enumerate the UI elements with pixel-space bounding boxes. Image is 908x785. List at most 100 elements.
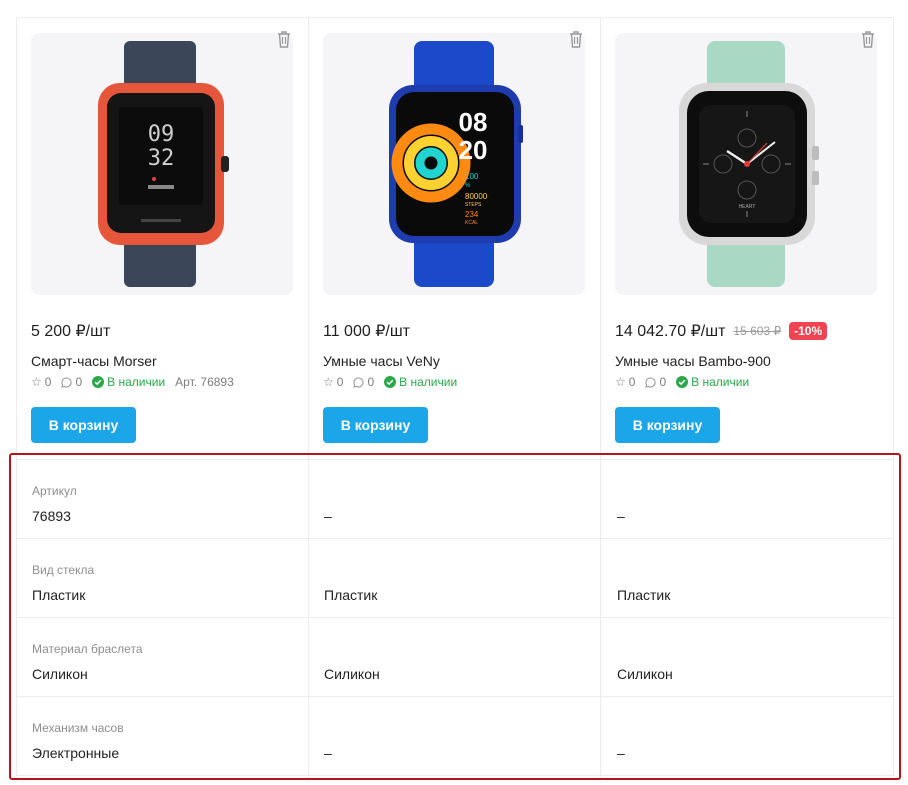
svg-text:09: 09 bbox=[148, 122, 175, 147]
product-image[interactable]: 08 20 100 % 80000 STEPS 234 KCAL bbox=[323, 33, 585, 295]
product-image[interactable]: 09 32 bbox=[31, 33, 293, 295]
spec-value: Силикон bbox=[324, 666, 380, 682]
svg-text:HEART: HEART bbox=[739, 204, 756, 210]
article: Арт. 76893 bbox=[175, 375, 234, 389]
spec-cell: Артикул 76893 bbox=[16, 460, 309, 539]
stock-status: В наличии bbox=[676, 375, 749, 389]
reviews: 0 bbox=[645, 375, 666, 389]
svg-text:234: 234 bbox=[465, 210, 479, 219]
watch-image-bambo: HEART bbox=[679, 41, 819, 287]
star-icon: ☆ bbox=[615, 375, 626, 389]
spec-cell: – bbox=[601, 460, 894, 539]
spec-cell: Силикон bbox=[601, 618, 894, 697]
stock-label: В наличии bbox=[107, 375, 166, 389]
spec-cell: Вид стекла Пластик bbox=[16, 539, 309, 618]
product-name[interactable]: Умные часы Bambo-900 bbox=[615, 353, 771, 369]
price-row: 5 200 ₽/шт bbox=[31, 321, 110, 341]
product-card: 08 20 100 % 80000 STEPS 234 KCAL 11 000 … bbox=[308, 17, 601, 454]
svg-text:80000: 80000 bbox=[465, 192, 488, 201]
spec-label: Механизм часов bbox=[32, 721, 124, 735]
spec-value: Силикон bbox=[617, 666, 673, 682]
trash-icon[interactable] bbox=[859, 29, 877, 49]
spec-label: Артикул bbox=[32, 484, 77, 498]
spec-cell: – bbox=[601, 697, 894, 776]
spec-label: Вид стекла bbox=[32, 563, 95, 577]
stock-status: В наличии bbox=[384, 375, 457, 389]
rating: ☆ 0 bbox=[31, 375, 51, 389]
product-card: 09 32 5 200 ₽/шт Смарт-часы Morser ☆ 0 0… bbox=[16, 17, 309, 454]
spec-row-article: Артикул 76893 – – bbox=[16, 459, 894, 538]
svg-text:STEPS: STEPS bbox=[465, 202, 482, 208]
spec-value: Электронные bbox=[32, 745, 120, 761]
spec-value: – bbox=[617, 745, 625, 761]
check-circle-icon bbox=[92, 376, 105, 388]
spec-cell: Силикон bbox=[308, 618, 601, 697]
price: 5 200 ₽/шт bbox=[31, 323, 111, 340]
spec-value: – bbox=[324, 745, 332, 761]
reviews-value: 0 bbox=[75, 375, 83, 389]
spec-cell: – bbox=[308, 697, 601, 776]
check-circle-icon bbox=[384, 376, 397, 388]
rating-value: 0 bbox=[628, 375, 636, 389]
discount-badge: -10% bbox=[789, 322, 828, 340]
spec-cell: – bbox=[308, 460, 601, 539]
spec-bottom-border bbox=[16, 775, 894, 776]
product-name[interactable]: Умные часы VeNy bbox=[323, 353, 440, 369]
spec-cell: Пластик bbox=[601, 539, 894, 618]
product-meta: ☆ 0 0 В наличии bbox=[323, 375, 467, 389]
stock-label: В наличии bbox=[399, 375, 458, 389]
spec-row-glass: Вид стекла Пластик Пластик Пластик bbox=[16, 538, 894, 617]
trash-icon[interactable] bbox=[275, 29, 293, 49]
price-row: 11 000 ₽/шт bbox=[323, 321, 410, 341]
svg-text:%: % bbox=[465, 183, 471, 189]
rating: ☆ 0 bbox=[615, 375, 635, 389]
spec-cell: Материал браслета Силикон bbox=[16, 618, 309, 697]
reviews-value: 0 bbox=[367, 375, 375, 389]
svg-text:KCAL: KCAL bbox=[465, 220, 478, 226]
product-name[interactable]: Смарт-часы Morser bbox=[31, 353, 157, 369]
rating-value: 0 bbox=[44, 375, 52, 389]
price: 14 042.70 ₽/шт bbox=[615, 323, 726, 340]
spec-value: Пластик bbox=[617, 587, 671, 603]
star-icon: ☆ bbox=[31, 375, 42, 389]
product-meta: ☆ 0 0 В наличии Арт. 76893 bbox=[31, 375, 244, 389]
svg-text:20: 20 bbox=[459, 135, 488, 165]
check-circle-icon bbox=[676, 376, 689, 388]
stock-status: В наличии bbox=[92, 375, 165, 389]
spec-row-strap-material: Материал браслета Силикон Силикон Силико… bbox=[16, 617, 894, 696]
star-icon: ☆ bbox=[323, 375, 334, 389]
spec-cell: Пластик bbox=[308, 539, 601, 618]
svg-text:08: 08 bbox=[459, 107, 488, 137]
price-row: 14 042.70 ₽/шт 15 603 ₽ -10% bbox=[615, 321, 828, 341]
old-price: 15 603 ₽ bbox=[733, 324, 782, 338]
spec-label: Материал браслета bbox=[32, 642, 143, 656]
add-to-cart-button[interactable]: В корзину bbox=[31, 407, 136, 443]
product-meta: ☆ 0 0 В наличии bbox=[615, 375, 759, 389]
spec-value: – bbox=[617, 508, 625, 524]
comment-icon bbox=[353, 376, 365, 388]
product-card: HEART 14 042.70 ₽/шт 15 603 ₽ -10% Умные… bbox=[600, 17, 893, 454]
svg-text:100: 100 bbox=[465, 172, 479, 181]
spec-cell: Механизм часов Электронные bbox=[16, 697, 309, 776]
watch-image-veny: 08 20 100 % 80000 STEPS 234 KCAL bbox=[389, 41, 523, 287]
add-to-cart-button[interactable]: В корзину bbox=[323, 407, 428, 443]
stock-label: В наличии bbox=[691, 375, 750, 389]
spec-value: Силикон bbox=[32, 666, 88, 682]
reviews: 0 bbox=[353, 375, 374, 389]
reviews: 0 bbox=[61, 375, 82, 389]
comment-icon bbox=[61, 376, 73, 388]
spec-value: Пластик bbox=[32, 587, 86, 603]
product-image[interactable]: HEART bbox=[615, 33, 877, 295]
spec-value: – bbox=[324, 508, 332, 524]
trash-icon[interactable] bbox=[567, 29, 585, 49]
spec-row-mechanism: Механизм часов Электронные – – bbox=[16, 696, 894, 775]
price: 11 000 ₽/шт bbox=[323, 323, 410, 340]
rating-value: 0 bbox=[336, 375, 344, 389]
rating: ☆ 0 bbox=[323, 375, 343, 389]
svg-text:32: 32 bbox=[148, 146, 175, 171]
comment-icon bbox=[645, 376, 657, 388]
spec-value: 76893 bbox=[32, 508, 71, 524]
watch-image-morser: 09 32 bbox=[98, 41, 229, 287]
add-to-cart-button[interactable]: В корзину bbox=[615, 407, 720, 443]
spec-value: Пластик bbox=[324, 587, 378, 603]
